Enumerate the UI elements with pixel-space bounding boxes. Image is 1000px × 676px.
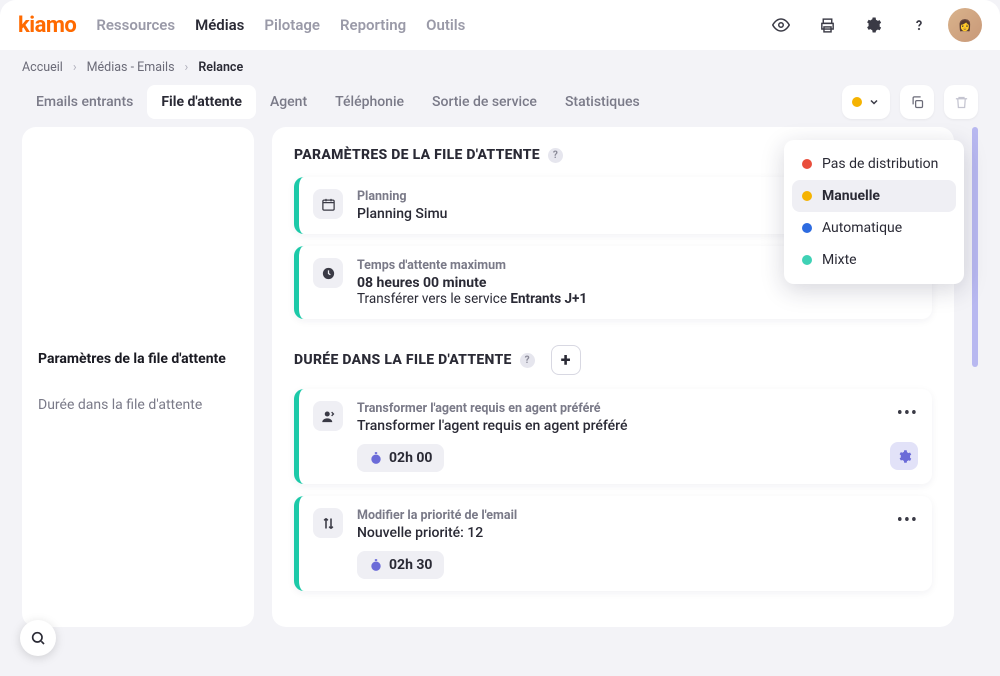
section-title-text: DURÉE DANS LA FILE D'ATTENTE [294,352,512,368]
calendar-icon [313,189,343,219]
copy-button[interactable] [900,85,934,119]
card-subtext: Transférer vers le service Entrants J+1 [357,291,918,307]
tab-file-attente[interactable]: File d'attente [147,85,256,119]
help-icon[interactable]: ? [520,353,535,368]
card-label: Transformer l'agent requis en agent préf… [357,401,918,416]
card-transformer-agent[interactable]: Transformer l'agent requis en agent préf… [294,389,932,484]
distribution-status-button[interactable] [842,85,890,119]
main-nav: Ressources Médias Pilotage Reporting Out… [96,16,465,34]
dd-option-pas-distribution[interactable]: Pas de distribution [792,148,956,180]
nav-ressources[interactable]: Ressources [96,16,175,34]
nav-reporting[interactable]: Reporting [340,16,406,34]
delete-button[interactable] [944,85,978,119]
stopwatch-icon [369,558,383,572]
settings-icon[interactable] [856,8,890,42]
dd-label: Mixte [822,252,857,268]
search-fab[interactable] [20,620,56,656]
card-value: Nouvelle priorité: 12 [357,525,918,541]
clock-icon [313,258,343,288]
left-sidebar: Paramètres de la file d'attente Durée da… [22,127,254,627]
stopwatch-icon [369,451,383,465]
tab-telephonie[interactable]: Téléphonie [321,85,418,119]
time-chip: 02h 30 [357,551,444,579]
sidebar-item-duree[interactable]: Durée dans la file d'attente [38,391,238,419]
card-modifier-priorite[interactable]: Modifier la priorité de l'email Nouvelle… [294,496,932,591]
dd-label: Automatique [822,220,902,236]
user-avatar[interactable]: 👩 [948,8,982,42]
section-title-text: PARAMÈTRES DE LA FILE D'ATTENTE [294,147,540,163]
tab-statistiques[interactable]: Statistiques [551,85,654,119]
time-value: 02h 30 [389,557,432,573]
chevron-right-icon: › [73,60,77,75]
print-icon[interactable] [810,8,844,42]
card-label: Modifier la priorité de l'email [357,508,918,523]
scrollbar[interactable] [972,127,978,627]
topbar: kiamo Ressources Médias Pilotage Reporti… [0,0,1000,50]
dd-label: Pas de distribution [822,156,938,172]
time-value: 02h 00 [389,450,432,466]
crumb-medias-emails[interactable]: Médias - Emails [87,60,175,75]
scrollbar-thumb[interactable] [972,127,978,367]
nav-pilotage[interactable]: Pilotage [264,16,320,34]
status-dot-icon [852,97,862,107]
crumb-accueil[interactable]: Accueil [22,60,63,75]
card-settings-button[interactable] [890,442,918,470]
card-menu-button[interactable]: ••• [897,510,918,531]
dd-label: Manuelle [822,188,880,204]
breadcrumb: Accueil › Médias - Emails › Relance [0,50,1000,85]
search-icon [30,630,46,646]
chevron-right-icon: › [185,60,189,75]
tabs: Emails entrants File d'attente Agent Tél… [22,85,654,119]
visibility-icon[interactable] [764,8,798,42]
tab-agent[interactable]: Agent [256,85,321,119]
tab-sortie-service[interactable]: Sortie de service [418,85,551,119]
tab-emails-entrants[interactable]: Emails entrants [22,85,147,119]
tabs-row: Emails entrants File d'attente Agent Tél… [0,85,1000,127]
status-dot-icon [802,191,812,201]
time-chip: 02h 00 [357,444,444,472]
chevron-down-icon [868,96,880,108]
section-title-duree: DURÉE DANS LA FILE D'ATTENTE ? + [294,345,932,375]
status-dot-icon [802,159,812,169]
dd-option-manuelle[interactable]: Manuelle [792,180,956,212]
sidebar-item-parametres[interactable]: Paramètres de la file d'attente [38,345,238,373]
logo: kiamo [18,13,76,38]
card-menu-button[interactable]: ••• [897,403,918,424]
dd-option-mixte[interactable]: Mixte [792,244,956,276]
priority-icon [313,508,343,538]
dd-option-automatique[interactable]: Automatique [792,212,956,244]
status-dot-icon [802,223,812,233]
nav-medias[interactable]: Médias [195,16,244,34]
add-button[interactable]: + [551,345,581,375]
card-value: Transformer l'agent requis en agent préf… [357,418,918,434]
nav-outils[interactable]: Outils [426,16,465,34]
distribution-dropdown: Pas de distribution Manuelle Automatique… [784,140,964,284]
status-dot-icon [802,255,812,265]
crumb-relance: Relance [198,60,243,75]
help-icon[interactable]: ? [548,148,563,163]
agent-icon [313,401,343,431]
help-icon[interactable] [902,8,936,42]
topbar-actions: 👩 [764,8,982,42]
